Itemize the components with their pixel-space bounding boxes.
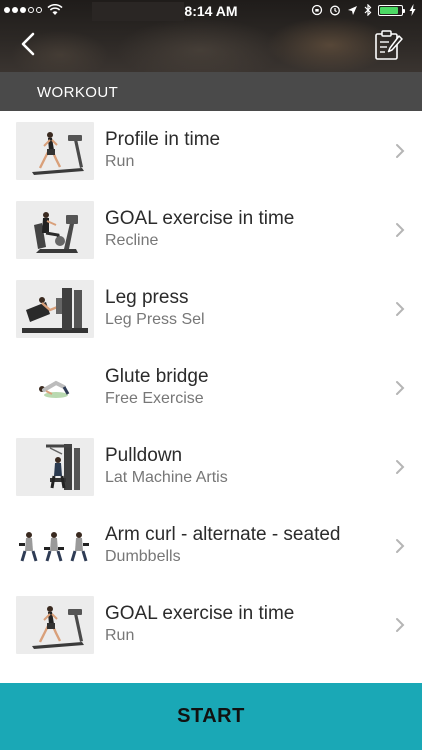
- status-right: [311, 4, 416, 16]
- alarm-icon: [330, 5, 340, 16]
- chevron-right-icon: [396, 539, 405, 553]
- exercise-row[interactable]: Glute bridge Free Exercise: [0, 348, 422, 427]
- recumbent-bike-thumbnail: [16, 201, 94, 259]
- chevron-right-icon: [396, 144, 405, 158]
- exercise-list: Profile in time Run GOAL exercise in tim…: [0, 111, 422, 664]
- chevron-right-icon: [396, 381, 405, 395]
- workout-screen: 8:14 AM WORKOUT Profile in time Run GOAL…: [0, 0, 422, 750]
- chevron-right-icon: [396, 618, 405, 632]
- exercise-equipment: Dumbbells: [105, 548, 181, 565]
- rotation-lock-icon: [311, 4, 323, 16]
- exercise-title: Arm curl - alternate - seated: [105, 524, 341, 545]
- chevron-right-icon: [396, 223, 405, 237]
- exercise-row[interactable]: Profile in time Run: [0, 111, 422, 190]
- exercise-row[interactable]: GOAL exercise in time Recline: [0, 190, 422, 269]
- exercise-equipment: Leg Press Sel: [105, 311, 205, 328]
- treadmill-runner-thumbnail: [16, 596, 94, 654]
- glute-bridge-pose-thumbnail: [16, 359, 94, 417]
- exercise-title: GOAL exercise in time: [105, 208, 295, 229]
- exercise-title: Pulldown: [105, 445, 183, 466]
- battery-icon: [378, 4, 405, 16]
- exercise-row[interactable]: Arm curl - alternate - seated Dumbbells: [0, 506, 422, 585]
- leg-press-machine-thumbnail: [16, 280, 94, 338]
- exercise-title: Glute bridge: [105, 366, 209, 387]
- exercise-equipment: Run: [105, 627, 135, 644]
- exercise-equipment: Run: [105, 153, 135, 170]
- seated-dumbbell-curl-thumbnail: [16, 517, 94, 575]
- treadmill-runner-thumbnail: [16, 122, 94, 180]
- exercise-equipment: Recline: [105, 232, 159, 249]
- exercise-equipment: Lat Machine Artis: [105, 469, 228, 486]
- bluetooth-icon: [364, 4, 372, 16]
- start-button-label: START: [177, 705, 245, 727]
- back-button[interactable]: [14, 29, 44, 59]
- battery-fill: [380, 6, 398, 14]
- exercise-equipment: Free Exercise: [105, 390, 204, 407]
- header-background: 8:14 AM: [0, 0, 422, 72]
- section-title: WORKOUT: [37, 84, 119, 101]
- exercise-title: GOAL exercise in time: [105, 603, 295, 624]
- chevron-right-icon: [396, 460, 405, 474]
- chevron-left-icon: [21, 32, 35, 56]
- exercise-row[interactable]: Pulldown Lat Machine Artis: [0, 427, 422, 506]
- location-icon: [348, 5, 357, 15]
- exercise-row[interactable]: Leg press Leg Press Sel: [0, 269, 422, 348]
- clipboard-edit-icon: [375, 30, 403, 60]
- exercise-row[interactable]: GOAL exercise in time Run: [0, 585, 422, 664]
- status-bar: 8:14 AM: [0, 0, 422, 22]
- charging-bolt-icon: [409, 4, 416, 16]
- lat-pulldown-machine-thumbnail: [16, 438, 94, 496]
- edit-notes-button[interactable]: [372, 28, 404, 62]
- section-header: WORKOUT: [0, 72, 422, 111]
- start-button[interactable]: START: [0, 683, 422, 750]
- exercise-title: Leg press: [105, 287, 189, 308]
- chevron-right-icon: [396, 302, 405, 316]
- exercise-title: Profile in time: [105, 129, 221, 150]
